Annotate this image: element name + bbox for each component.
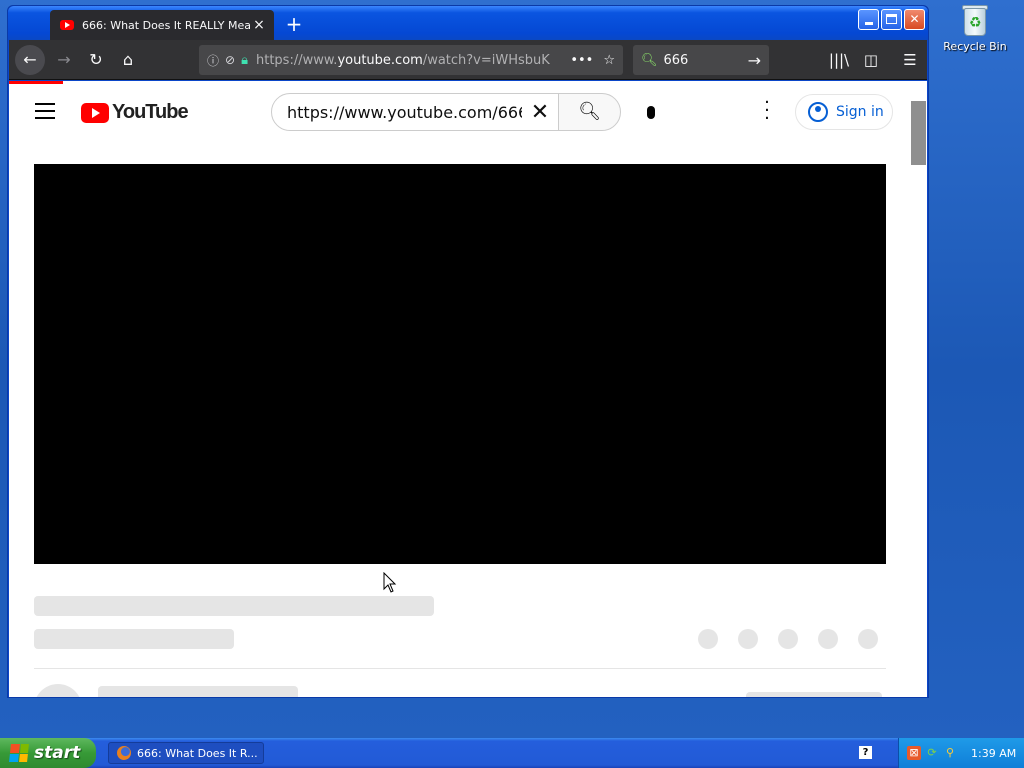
back-button[interactable]: ← [15,45,45,75]
search-go-arrow-icon[interactable]: → [748,51,761,70]
info-icon[interactable]: ⓘ [207,52,219,69]
scrollbar-thumb[interactable] [911,101,926,165]
permissions-icon[interactable]: ⊘ [225,53,235,67]
home-button[interactable]: ⌂ [113,45,143,75]
clock: 1:39 AM [971,746,1017,760]
sign-in-button[interactable]: Sign in [795,94,893,130]
hamburger-menu-icon: ☰ [903,51,917,69]
taskbar: start 666: What Does It R... ? ⊠ ⟳ ⚲ 1:3… [0,738,1024,768]
microphone-icon [647,106,655,119]
youtube-favicon-icon [60,20,74,30]
more-options-icon[interactable]: · · · [757,94,777,128]
start-button[interactable]: start [0,738,96,768]
avatar-placeholder [34,684,82,697]
browser-tab[interactable]: 666: What Does It REALLY Mean? × [50,10,274,40]
search-engine-icon[interactable]: 🔍︎ [641,53,658,68]
tray-network-icon[interactable]: ⟳ [925,746,939,760]
page-loading-bar [9,81,63,84]
sign-in-label: Sign in [836,104,884,120]
youtube-page: YouTube https://www.youtube.com/666 ✕ 🔍︎… [9,81,927,697]
youtube-search-value: https://www.youtube.com/666 [287,102,522,122]
title-bar[interactable]: 666: What Does It REALLY Mean? × + ✕ [8,6,928,40]
recycle-bin-label: Recycle Bin [943,40,1007,53]
search-icon: 🔍︎ [578,101,601,122]
help-icon[interactable]: ? [859,746,872,759]
reload-icon: ↻ [89,50,103,69]
reload-button[interactable]: ↻ [81,45,111,75]
youtube-play-icon [81,102,109,123]
youtube-logo-text: YouTube [112,101,189,123]
browser-window: 666: What Does It REALLY Mean? × + ✕ ← →… [7,5,929,698]
sidebar-button[interactable]: ◫ [856,45,886,75]
forward-button[interactable]: → [49,45,79,75]
browser-search-query: 666 [663,52,689,68]
video-player[interactable] [34,164,886,564]
scrollbar-track[interactable] [911,81,927,697]
library-button[interactable]: |||\ [824,45,854,75]
title-placeholder [34,596,434,616]
action-placeholder [698,629,718,649]
url-text[interactable]: https://www.youtube.com/watch?v=iWHsbuK [256,53,564,68]
subscribe-placeholder [746,692,882,697]
menu-button[interactable]: ☰ [895,45,925,75]
action-placeholder [858,629,878,649]
lock-icon[interactable]: 🔒︎ [241,53,248,68]
windows-logo-icon [9,744,29,762]
new-tab-button[interactable]: + [284,12,304,36]
firefox-icon [117,746,131,760]
action-placeholder [778,629,798,649]
youtube-guide-menu-icon[interactable] [35,103,55,124]
forward-arrow-icon: → [57,50,71,69]
action-placeholder [738,629,758,649]
tab-title: 666: What Does It REALLY Mean? [82,18,252,32]
star-icon[interactable]: ☆ [603,53,615,68]
youtube-logo[interactable]: YouTube [81,101,189,124]
browser-search-bar[interactable]: 🔍︎ 666 → [633,45,769,75]
home-icon: ⌂ [122,50,134,69]
voice-search-button[interactable] [635,96,667,128]
close-window-button[interactable]: ✕ [904,9,925,30]
youtube-search-input[interactable]: https://www.youtube.com/666 ✕ [271,93,559,131]
recycle-bin-icon: ♻ [959,2,991,38]
tray-app-icon[interactable]: ⊠ [907,746,921,760]
subtitle-placeholder [34,629,234,649]
library-icon: |||\ [828,51,850,69]
navigation-toolbar: ← → ↻ ⌂ ⓘ ⊘ 🔒︎ https://www.youtube.com/w… [9,40,927,80]
system-tray: ⊠ ⟳ ⚲ 1:39 AM [898,738,1024,768]
action-placeholder [818,629,838,649]
account-icon [808,102,828,122]
start-label: start [34,743,81,763]
maximize-button[interactable] [881,9,902,30]
page-actions-icon[interactable]: ••• [570,53,593,68]
taskbar-item-browser[interactable]: 666: What Does It R... [108,742,264,764]
recycle-bin-shortcut[interactable]: ♻ Recycle Bin [942,2,1008,53]
divider [34,668,886,669]
sidebar-icon: ◫ [863,51,879,69]
tray-search-icon[interactable]: ⚲ [943,746,957,760]
taskbar-item-label: 666: What Does It R... [137,746,258,760]
desktop: ♻ Recycle Bin 666: What Does It REALLY M… [0,0,1024,738]
minimize-button[interactable] [858,9,879,30]
address-bar[interactable]: ⓘ ⊘ 🔒︎ https://www.youtube.com/watch?v=i… [199,45,623,75]
channel-name-placeholder [98,686,298,697]
clear-search-icon[interactable]: ✕ [522,100,558,125]
tab-close-button[interactable]: × [252,17,266,33]
mouse-cursor-icon [383,572,397,593]
back-arrow-icon: ← [23,50,37,69]
youtube-search-button[interactable]: 🔍︎ [558,93,621,131]
